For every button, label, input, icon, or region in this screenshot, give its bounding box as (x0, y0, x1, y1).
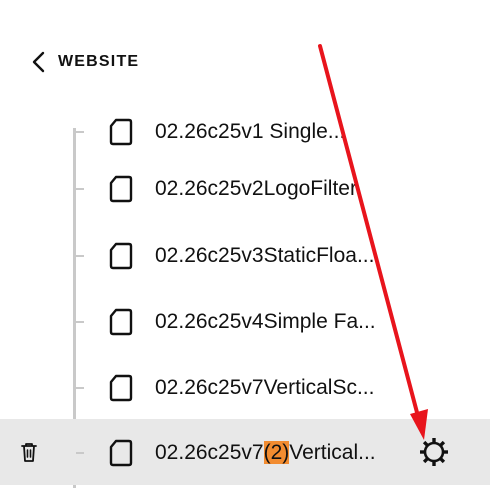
list-item[interactable]: 02.26c25v3StaticFloa... (0, 222, 490, 288)
page-icon (109, 374, 133, 402)
list-item[interactable]: 02.26c25v4Simple Fa... (0, 288, 490, 354)
back-button[interactable]: WEBSITE (30, 48, 139, 76)
page-icon (109, 439, 133, 467)
tree-connector (76, 321, 84, 323)
tree-connector (76, 255, 84, 257)
page-list: 02.26c25v1 Single... 02.26c25v2LogoFilte… (0, 102, 490, 488)
label-suffix: Vertical... (289, 441, 376, 464)
chevron-left-icon (32, 51, 45, 73)
page-icon (109, 308, 133, 336)
list-item-label: 02.26c25v3StaticFloa... (155, 244, 375, 267)
gear-icon[interactable] (418, 436, 450, 468)
list-item-label: 02.26c25v1 Single... (155, 120, 346, 143)
list-item[interactable]: 02.26c25v2LogoFilter (0, 155, 490, 221)
label-prefix: 02.26c25v7 (155, 441, 264, 464)
list-item-selected[interactable]: 02.26c25v7(2)Vertical... (0, 419, 490, 485)
list-item[interactable]: 02.26c25v7VerticalSc... (0, 354, 490, 420)
label-highlight: (2) (263, 441, 290, 464)
page-icon (109, 118, 133, 146)
trash-icon[interactable] (19, 441, 39, 463)
list-item-label: 02.26c25v4Simple Fa... (155, 310, 376, 333)
list-item-label: 02.26c25v2LogoFilter (155, 177, 357, 200)
tree-connector (76, 387, 84, 389)
tree-connector (76, 452, 84, 454)
page-icon (109, 175, 133, 203)
list-item-label: 02.26c25v7(2)Vertical... (155, 441, 376, 465)
tree-connector (76, 188, 84, 190)
page-icon (109, 242, 133, 270)
list-item-label: 02.26c25v7VerticalSc... (155, 376, 375, 399)
tree-connector (76, 131, 84, 133)
back-label: WEBSITE (58, 53, 140, 70)
